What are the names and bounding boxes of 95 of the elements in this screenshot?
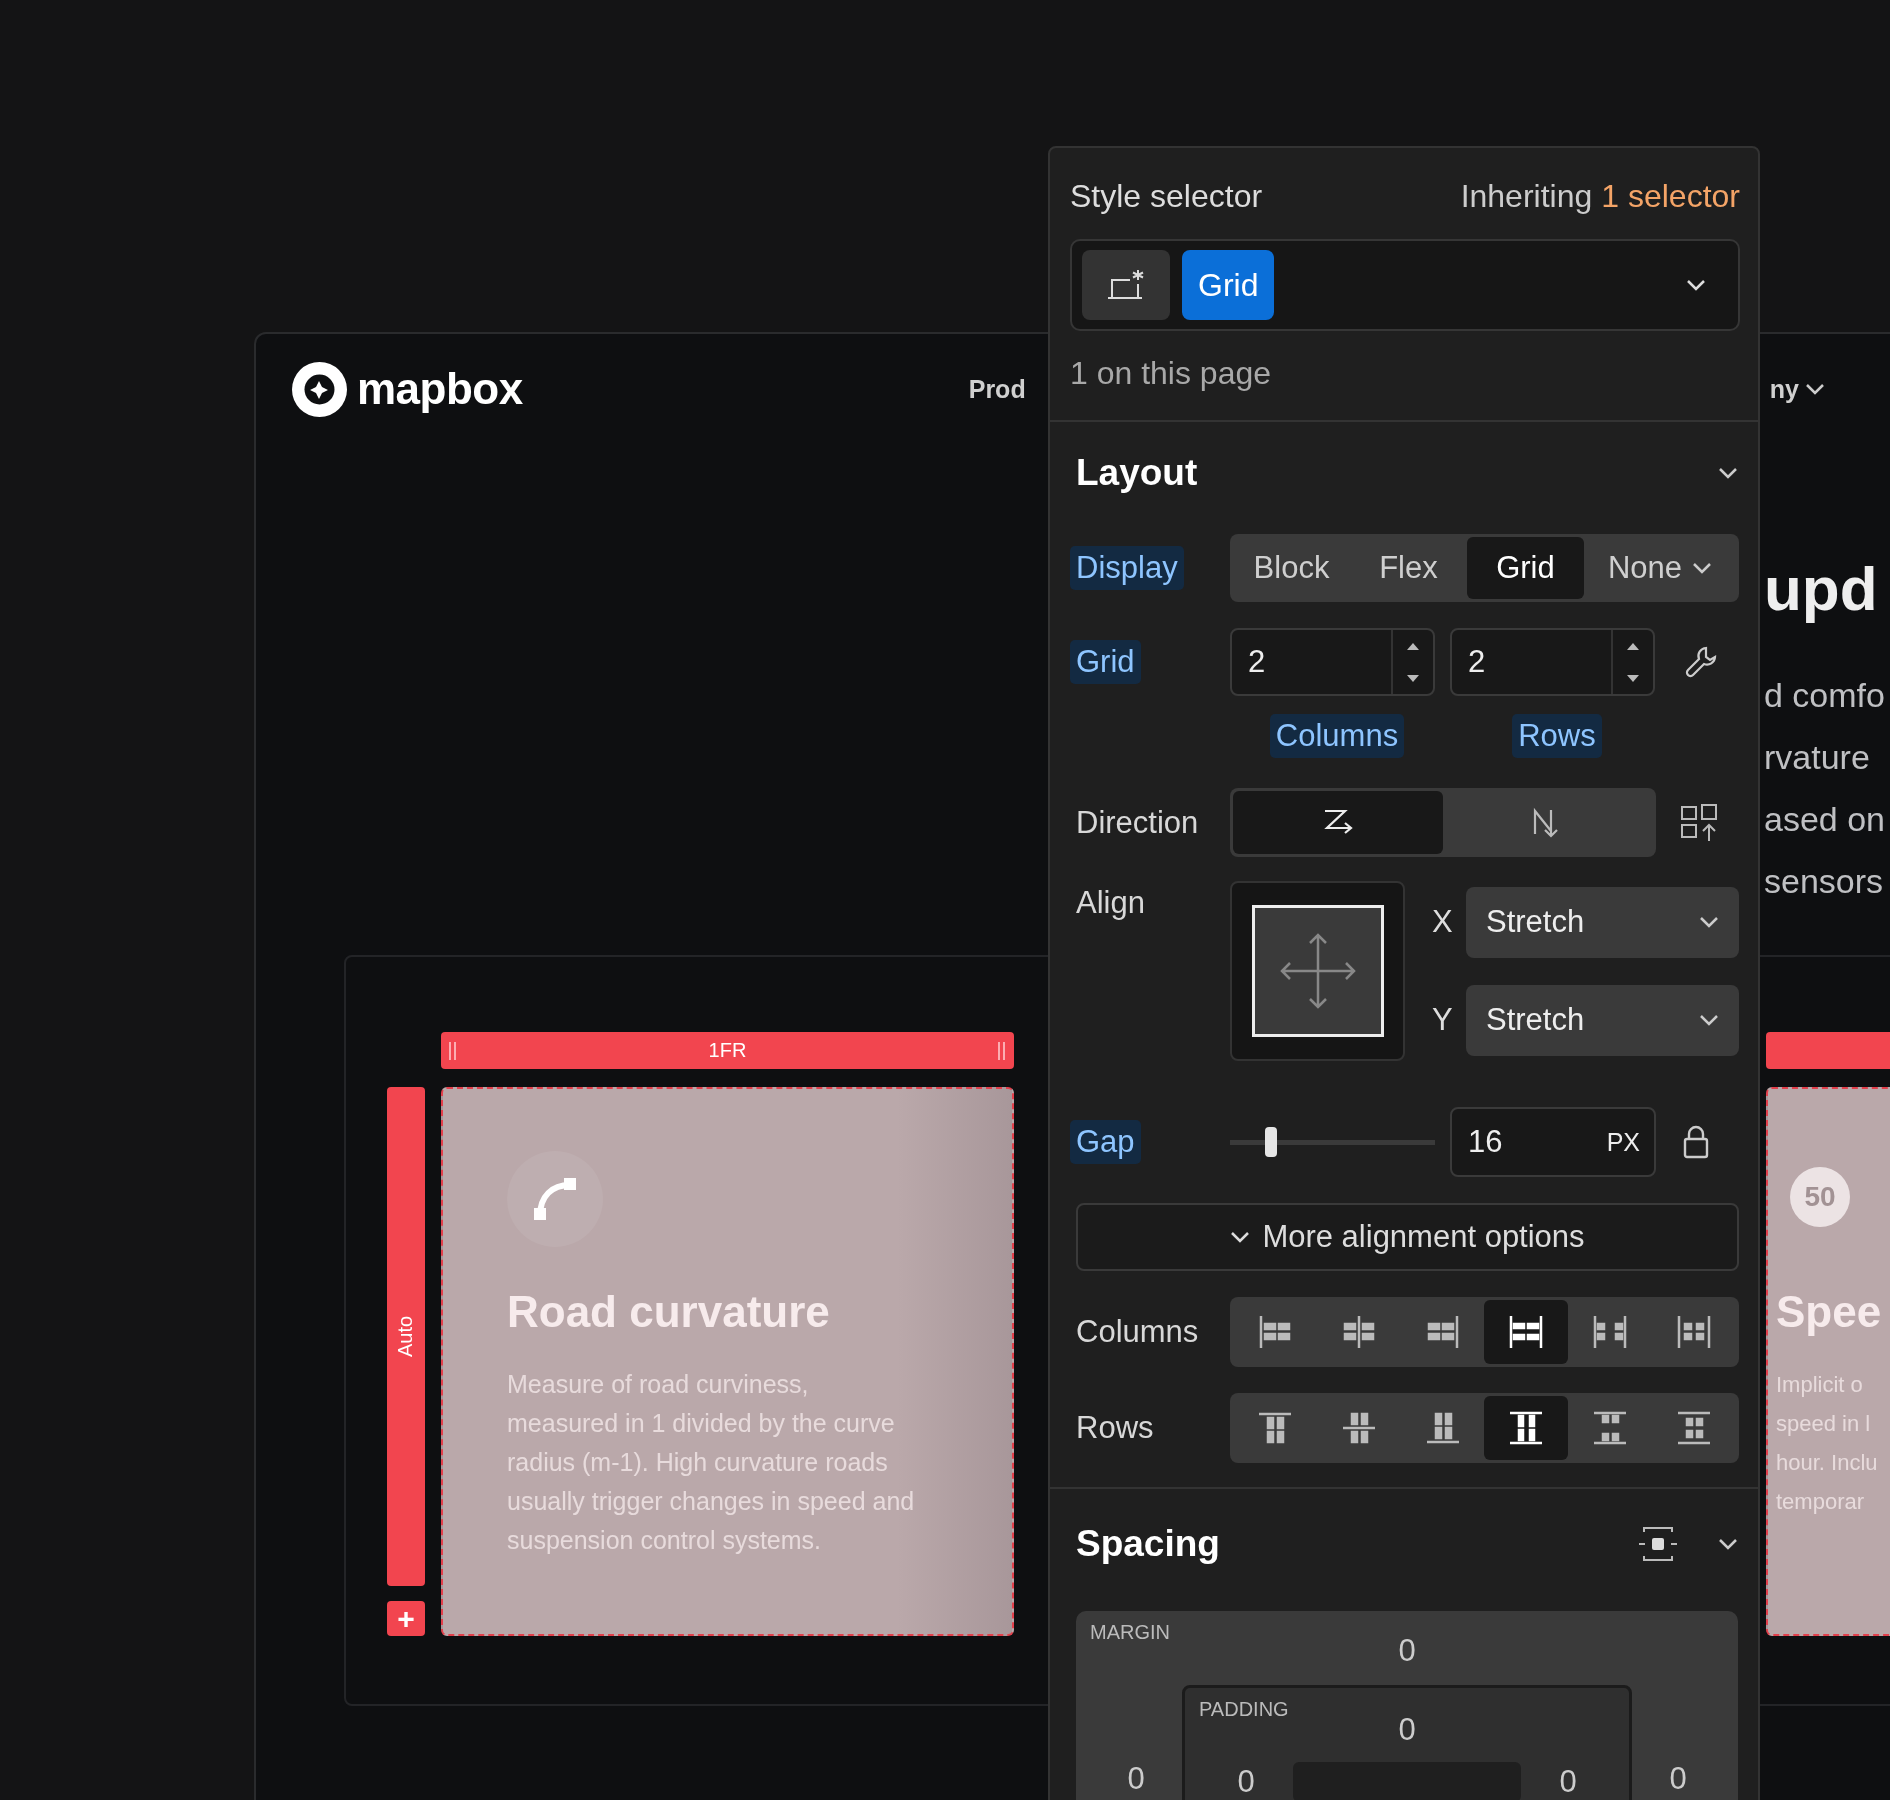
number-input[interactable]: 2: [1232, 630, 1391, 694]
chevron-down-icon: [1718, 467, 1738, 479]
chevron-down-icon: [1692, 562, 1713, 574]
number-field[interactable]: 2: [1450, 628, 1655, 696]
nav-link[interactable]: Prod: [968, 374, 1026, 404]
unit-label: PX: [1606, 1127, 1640, 1157]
alignment-icon: [1677, 1411, 1712, 1445]
alignment-icon: [1593, 1411, 1628, 1445]
padding-label: PADDING: [1199, 1698, 1289, 1721]
property-label: Direction: [1075, 803, 1200, 842]
collapse-button[interactable]: [1718, 467, 1738, 479]
display-option[interactable]: None: [1583, 537, 1736, 599]
alignment-icon: [1593, 1315, 1628, 1349]
property-label: Columns: [1269, 714, 1405, 758]
inheriting-count[interactable]: 1 selector: [1601, 178, 1740, 215]
alignment-picker[interactable]: [1230, 881, 1405, 1061]
alignment-icon: [1509, 1411, 1544, 1445]
chevron-down-icon: [1686, 279, 1707, 291]
display-option[interactable]: Block: [1233, 537, 1350, 599]
row-size-label: Auto: [394, 1315, 418, 1358]
chevron-down-icon: [1804, 383, 1825, 395]
chevron-down-icon: [1230, 1231, 1251, 1243]
curve-icon: [532, 1176, 578, 1222]
row-track-bar[interactable]: Auto: [387, 1087, 425, 1586]
chevron-down-icon: [1699, 1014, 1719, 1026]
property-label: Display: [1070, 546, 1184, 590]
alignment-icon: [1677, 1315, 1712, 1349]
alignment-icon: [1257, 1315, 1292, 1349]
card-title: Road curvature: [507, 1287, 830, 1337]
element-chip[interactable]: [1082, 250, 1170, 320]
logo-icon: [292, 361, 347, 417]
collapse-button[interactable]: [1718, 1538, 1738, 1550]
more-alignment-button[interactable]: More alignment options: [1076, 1203, 1739, 1271]
alignment-option[interactable]: [1484, 1396, 1569, 1460]
speed-badge: 50: [1790, 1167, 1850, 1227]
gap-field[interactable]: 16 PX: [1450, 1107, 1656, 1177]
move-arrows-icon: [1279, 933, 1356, 1009]
axis-label: Y: [1432, 1002, 1454, 1038]
property-label: Align: [1075, 884, 1146, 922]
panel-title: Style selector: [1070, 178, 1263, 215]
axis-label: X: [1432, 904, 1454, 940]
margin-value[interactable]: 0: [1398, 1633, 1416, 1669]
padding-value[interactable]: 0: [1237, 1764, 1255, 1800]
property-label: Rows: [1075, 1409, 1155, 1447]
alignment-icon: [1341, 1411, 1376, 1445]
class-chip[interactable]: Grid: [1182, 250, 1275, 320]
nav-link[interactable]: ny: [1769, 374, 1825, 404]
slider-thumb[interactable]: [1265, 1127, 1277, 1157]
grid-reorder-icon[interactable]: [1680, 802, 1720, 843]
margin-label: MARGIN: [1090, 1621, 1170, 1644]
margin-value[interactable]: 0: [1669, 1761, 1687, 1797]
selector-dropdown-button[interactable]: [1686, 279, 1707, 291]
hero-text: rvature: [1764, 737, 1871, 778]
display-option[interactable]: Grid: [1466, 537, 1584, 599]
alignment-option[interactable]: [1484, 1300, 1569, 1364]
add-row-button[interactable]: +: [387, 1601, 425, 1636]
alignment-icon: [1257, 1411, 1292, 1445]
chevron-down-icon: [1718, 1538, 1738, 1550]
hero-heading: upd: [1764, 553, 1879, 625]
alignment-select[interactable]: Stretch: [1466, 984, 1739, 1056]
lock-icon[interactable]: [1683, 1125, 1709, 1159]
alignment-icon: [1509, 1315, 1544, 1349]
element-icon: [1106, 268, 1146, 302]
property-label: Columns: [1075, 1313, 1200, 1351]
padding-value[interactable]: 0: [1398, 1712, 1416, 1748]
resize-handle-icon[interactable]: [449, 1040, 457, 1061]
spacing-preset-icon[interactable]: [1638, 1526, 1678, 1562]
display-option[interactable]: Flex: [1350, 537, 1467, 599]
hero-text: ased on: [1764, 799, 1885, 840]
padding-value[interactable]: 0: [1559, 1764, 1577, 1800]
property-label: Grid: [1070, 640, 1141, 684]
selector-field[interactable]: Grid: [1070, 239, 1740, 331]
column-track-bar[interactable]: 1FR: [441, 1032, 1014, 1069]
section-title: Layout: [1076, 452, 1198, 494]
property-label: Rows: [1512, 714, 1602, 758]
card-title: Spee: [1776, 1287, 1882, 1337]
alignment-icon: [1341, 1315, 1376, 1349]
usage-count: 1 on this page: [1070, 355, 1273, 392]
alignment-select[interactable]: Stretch: [1466, 886, 1739, 958]
property-label: Gap: [1070, 1120, 1141, 1164]
logo-text: mapbox: [357, 364, 523, 414]
section-title: Spacing: [1076, 1523, 1220, 1565]
hero-text: d comfo: [1764, 675, 1885, 716]
column-size-label: 1FR: [708, 1039, 747, 1062]
margin-value[interactable]: 0: [1127, 1761, 1145, 1797]
hero-text: sensors: [1764, 861, 1885, 902]
wrench-icon[interactable]: [1684, 645, 1718, 679]
inheriting-label: Inheriting: [1460, 178, 1593, 215]
gap-input[interactable]: 16: [1452, 1124, 1607, 1160]
number-field[interactable]: 2: [1230, 628, 1435, 696]
alignment-icon: [1425, 1315, 1460, 1349]
number-input[interactable]: 2: [1452, 630, 1611, 694]
alignment-icon: [1425, 1411, 1460, 1445]
chevron-down-icon: [1699, 916, 1719, 928]
resize-handle-icon[interactable]: [998, 1040, 1006, 1061]
